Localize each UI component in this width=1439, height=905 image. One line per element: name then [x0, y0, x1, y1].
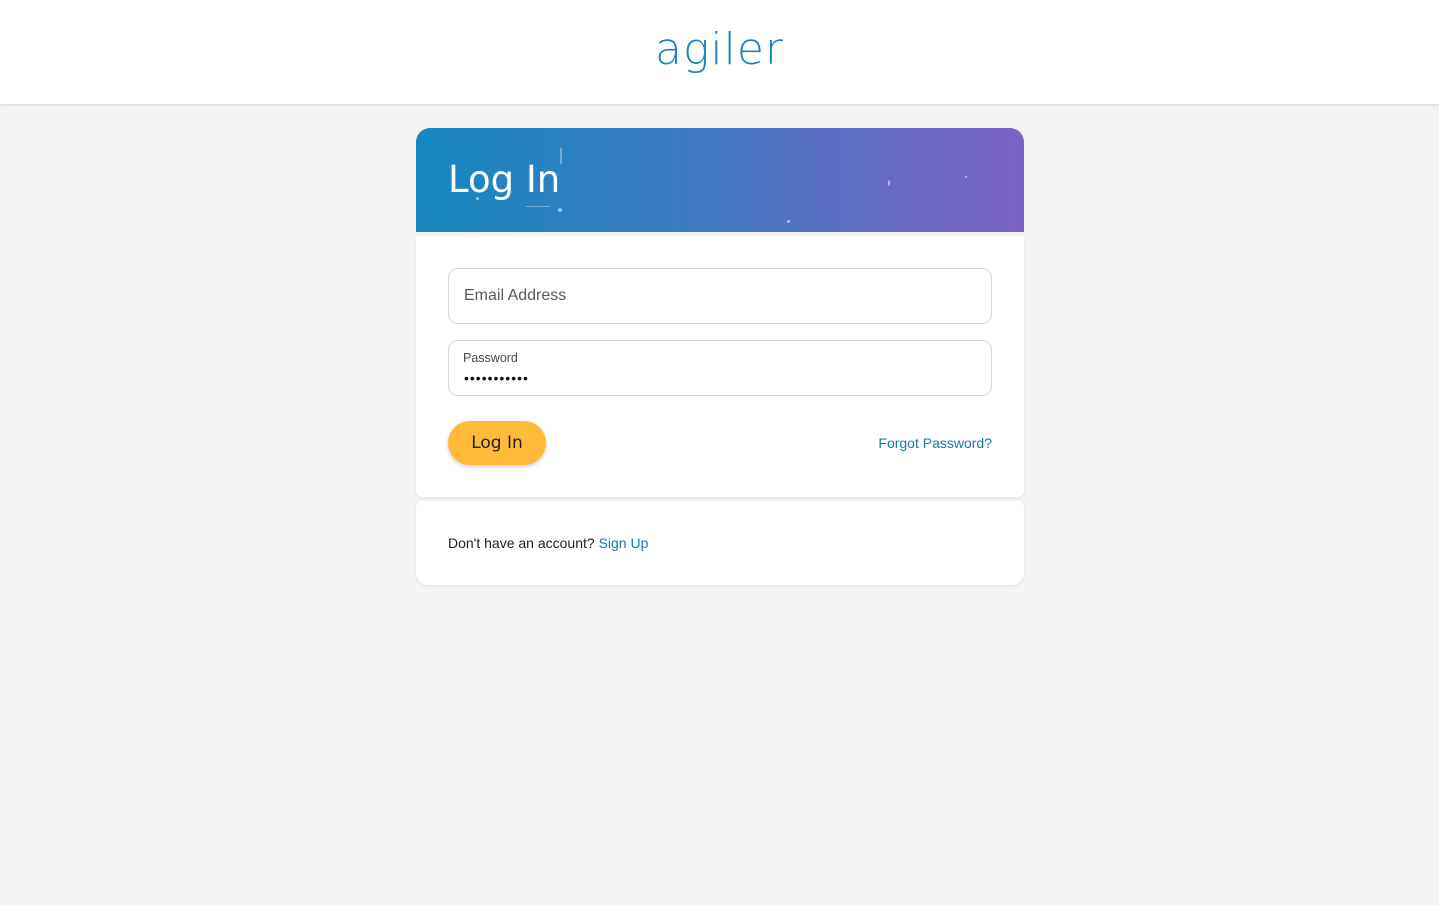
decorative-sparkle [560, 148, 562, 164]
password-input[interactable] [464, 369, 976, 387]
sign-up-link[interactable]: Sign Up [599, 535, 649, 551]
password-field[interactable]: Password [448, 340, 992, 396]
login-header: Log In [416, 128, 1024, 232]
login-form: Password Log In Forgot Password? [416, 236, 1024, 497]
email-input[interactable] [464, 269, 976, 323]
signup-card: Don't have an account? Sign Up [416, 501, 1024, 585]
agiler-logo[interactable]: agiler [0, 22, 1439, 78]
forgot-password-link[interactable]: Forgot Password? [878, 435, 992, 451]
decorative-sparkle [787, 220, 790, 223]
password-label: Password [463, 351, 518, 365]
decorative-sparkle [965, 176, 967, 178]
email-field[interactable] [448, 268, 992, 324]
login-button[interactable]: Log In [448, 421, 546, 465]
decorative-sparkle [558, 208, 562, 212]
page-title: Log In [448, 158, 561, 201]
decorative-sparkle [476, 197, 479, 200]
decorative-sparkle [888, 180, 890, 186]
decorative-sparkle [526, 206, 550, 207]
signup-prompt: Don't have an account? [448, 535, 599, 551]
signup-row: Don't have an account? Sign Up [448, 535, 648, 551]
top-bar: agiler [0, 0, 1439, 104]
